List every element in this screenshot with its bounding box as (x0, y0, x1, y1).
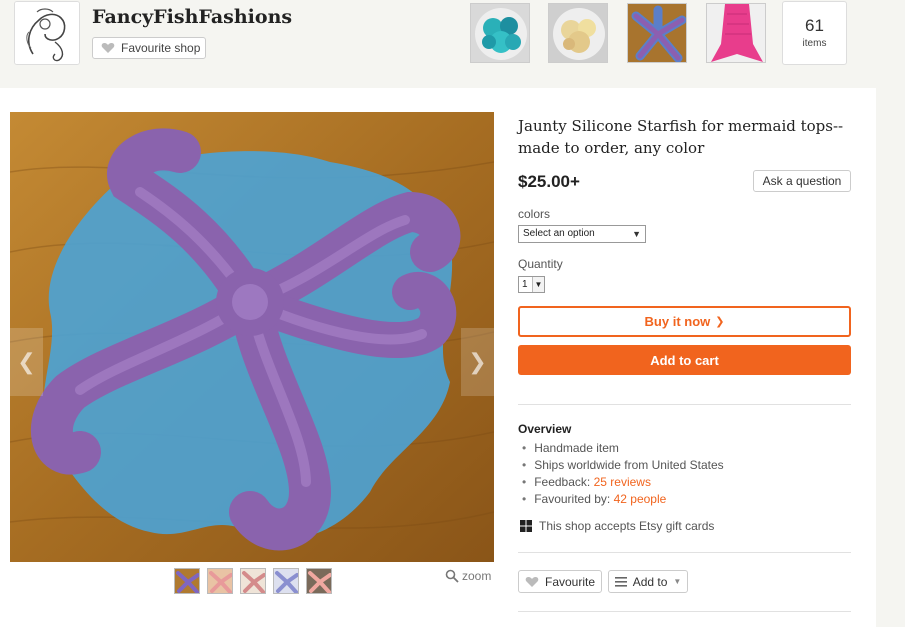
colors-select-value: Select an option (523, 228, 595, 239)
favourite-button[interactable]: Favourite (518, 570, 602, 593)
favourite-label: Favourite (544, 574, 596, 589)
shop-items-count[interactable]: 61 items (782, 1, 847, 65)
chevron-down-icon: ▼ (532, 277, 544, 292)
magnifier-icon (445, 569, 459, 583)
quantity-value: 1 (522, 279, 528, 290)
listing-panel: ❮ ❯ zoom Jaunty Silicone Starfish for me… (0, 88, 876, 627)
zoom-label: zoom (462, 569, 492, 583)
overview-list: Handmade item Ships worldwide from Unite… (522, 440, 724, 508)
image-thumb-2[interactable] (207, 568, 233, 594)
items-count: 61 (805, 16, 824, 35)
shop-logo[interactable] (14, 1, 80, 65)
favourite-shop-label: Favourite shop (121, 41, 201, 55)
colors-label: colors (518, 207, 551, 221)
add-to-label: Add to (632, 574, 668, 589)
favourite-shop-button[interactable]: Favourite shop (92, 37, 206, 59)
add-to-cart-button[interactable]: Add to cart (518, 345, 851, 375)
divider (518, 552, 851, 553)
divider (518, 404, 851, 405)
chevron-right-icon: ❯ (468, 349, 487, 374)
ask-question-button[interactable]: Ask a question (753, 170, 851, 192)
listing-title: Jaunty Silicone Starfish for mermaid top… (518, 117, 844, 157)
divider (518, 611, 851, 612)
image-thumb-1[interactable] (174, 568, 200, 594)
image-thumb-4[interactable] (273, 568, 299, 594)
zoom-button[interactable]: zoom (445, 569, 491, 583)
list-item: Favourited by: 42 people (522, 491, 724, 508)
shop-header: FancyFishFashions Favourite shop 61 item… (0, 0, 905, 88)
overview-title: Overview (518, 422, 572, 436)
chevron-down-icon: ▼ (673, 577, 682, 586)
list-item: Ships worldwide from United States (522, 457, 723, 474)
image-thumb-3[interactable] (240, 568, 266, 594)
chevron-right-icon: ❯ (715, 316, 725, 328)
heart-icon (101, 43, 115, 53)
list-item: Feedback: 25 reviews (522, 474, 724, 491)
shop-item-thumb-1[interactable] (470, 3, 530, 63)
chevron-left-icon: ❮ (17, 349, 36, 374)
reviews-link[interactable]: 25 reviews (594, 475, 651, 489)
chevron-down-icon: ▼ (632, 229, 641, 239)
quantity-label: Quantity (518, 257, 563, 271)
buy-it-now-label: Buy it now (644, 314, 711, 329)
colors-select[interactable]: Select an option ▼ (518, 225, 646, 243)
gift-card-notice: This shop accepts Etsy gift cards (520, 519, 714, 533)
shop-name[interactable]: FancyFishFashions (92, 6, 292, 28)
quantity-select[interactable]: 1 ▼ (518, 276, 545, 293)
shop-item-thumb-3[interactable] (627, 3, 687, 63)
image-thumb-5[interactable] (306, 568, 332, 594)
listing-price: $25.00+ (518, 172, 580, 191)
gift-card-icon (520, 520, 532, 532)
listing-main-image[interactable]: ❮ ❯ (10, 112, 494, 562)
shop-item-thumb-4[interactable] (706, 3, 766, 63)
items-label: items (802, 38, 827, 49)
list-icon (614, 576, 627, 587)
prev-image-button[interactable]: ❮ (10, 328, 43, 396)
next-image-button[interactable]: ❯ (461, 328, 494, 396)
buy-it-now-button[interactable]: Buy it now ❯ (518, 306, 851, 337)
list-item: Handmade item (522, 440, 724, 457)
add-to-list-button[interactable]: Add to ▼ (608, 570, 688, 593)
heart-icon (525, 576, 539, 587)
shop-item-thumb-2[interactable] (548, 3, 608, 63)
gift-card-text: This shop accepts Etsy gift cards (539, 519, 715, 533)
image-thumbnails (174, 568, 332, 594)
favourited-by-link[interactable]: 42 people (614, 492, 667, 506)
